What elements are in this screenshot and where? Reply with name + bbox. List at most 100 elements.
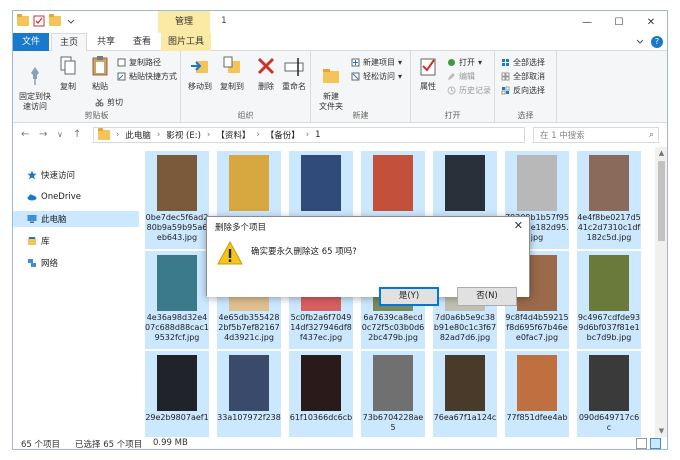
breadcrumb-separator: ›: [305, 130, 310, 140]
group-open: 属性 打开 ▾ 编辑 历史记录 打开: [411, 51, 495, 123]
star-icon: [27, 170, 37, 180]
paste-button[interactable]: 粘贴: [85, 55, 115, 92]
thumbnail-image: [373, 355, 413, 411]
search-icon[interactable]: ⌕: [649, 130, 654, 140]
delete-button[interactable]: 删除: [251, 55, 281, 92]
breadcrumb-folder-1[interactable]: 1: [315, 130, 320, 140]
thumbnail-image: [157, 155, 197, 211]
nav-onedrive[interactable]: OneDrive: [13, 189, 139, 205]
computer-icon: [27, 215, 37, 223]
breadcrumb-this-pc[interactable]: 此电脑: [125, 129, 151, 141]
copy-path-label: 复制路径: [129, 58, 161, 67]
chevron-down-icon[interactable]: [635, 37, 645, 47]
context-tab-manage[interactable]: 管理: [158, 11, 210, 33]
file-thumbnail[interactable]: 33a107972f238: [217, 351, 281, 437]
up-button[interactable]: ↑: [73, 129, 81, 140]
file-thumbnail[interactable]: 4e4f8be0217d541c2d7310c1df182c5d.jpg: [577, 151, 641, 249]
scroll-up-icon[interactable]: ▲: [655, 149, 667, 157]
copy-to-button[interactable]: 复制到: [217, 55, 247, 92]
dialog-close-button[interactable]: ✕: [514, 219, 523, 232]
file-thumbnail[interactable]: 76ea67f1a124c: [433, 351, 497, 437]
breadcrumb-drive[interactable]: 影视 (E:): [166, 129, 201, 141]
file-thumbnail[interactable]: 29e2b9807aef1: [145, 351, 209, 437]
details-view-icon[interactable]: [636, 438, 647, 449]
scrollbar-thumb[interactable]: [658, 161, 665, 241]
new-folder-label: 新建 文件夹: [319, 92, 343, 111]
search-input[interactable]: 在 1 中搜索 ⌕: [533, 127, 659, 143]
open-button[interactable]: 打开 ▾: [447, 57, 482, 68]
forward-button[interactable]: →: [39, 129, 47, 140]
folder-icon[interactable]: [17, 14, 29, 26]
thumbnail-image: [445, 155, 485, 211]
scroll-down-icon[interactable]: ▼: [655, 427, 667, 435]
file-thumbnail[interactable]: 77f851dfee4ab: [505, 351, 569, 437]
edit-button[interactable]: 编辑: [447, 71, 475, 82]
properties-label: 属性: [420, 82, 436, 91]
ribbon-tabs: 文件 主页 共享 查看 图片工具 ?: [13, 33, 667, 51]
close-button[interactable]: ✕: [635, 11, 667, 33]
history-button[interactable]: 历史记录: [447, 85, 491, 96]
tab-picture-tools[interactable]: 图片工具: [161, 33, 211, 51]
breadcrumb-folder-data[interactable]: 【资料】: [216, 129, 250, 141]
nav-network[interactable]: 网络: [13, 255, 139, 271]
tab-home[interactable]: 主页: [51, 33, 87, 51]
cut-button[interactable]: 剪切: [95, 97, 123, 108]
nav-onedrive-label: OneDrive: [41, 192, 81, 202]
file-name: 6a7639ca8ecd0c72f5c03b0d62bc479b.jpg: [361, 313, 425, 342]
dialog-message: 确实要永久删除这 65 项吗?: [251, 247, 357, 257]
pin-quick-access-button[interactable]: 固定到快 速访问: [17, 55, 53, 112]
easy-access-button[interactable]: 轻松访问 ▾: [351, 71, 402, 82]
select-none-button[interactable]: 全部取消: [501, 71, 545, 82]
tab-file[interactable]: 文件: [13, 33, 49, 51]
breadcrumb-folder-backup[interactable]: 【备份】: [266, 129, 300, 141]
file-thumbnail[interactable]: 9c4967cdfde939d6bf037f81e1bc7d9b.jpg: [577, 251, 641, 349]
dialog-footer: 是(Y) 否(N): [207, 277, 529, 306]
select-all-button[interactable]: 全部选择: [501, 57, 545, 68]
maximize-button[interactable]: ☐: [603, 11, 635, 33]
nav-quick-access[interactable]: 快速访问: [13, 167, 139, 183]
customize-qat-icon[interactable]: [65, 15, 77, 27]
help-icon[interactable]: ?: [651, 36, 663, 48]
new-folder-button[interactable]: 新建 文件夹: [315, 55, 347, 112]
new-item-button[interactable]: 新建项目 ▾: [351, 57, 402, 68]
move-to-button[interactable]: 移动到: [185, 55, 215, 92]
rename-icon: [284, 58, 304, 76]
file-thumbnail[interactable]: 0be7dec5f6ad280b9a59b95a6eb643.jpg: [145, 151, 209, 249]
group-clipboard: 固定到快 速访问 复制 粘贴 复制路径 粘贴快捷方式 剪切 剪贴板: [13, 51, 181, 123]
new-folder-icon[interactable]: [49, 14, 61, 26]
tab-view[interactable]: 查看: [125, 33, 159, 51]
tab-share[interactable]: 共享: [89, 33, 123, 51]
address-row: ← → ∨ ↑ › 此电脑 › 影视 (E:) › 【资料】 › 【备份】 › …: [13, 124, 667, 146]
thumbnail-image: [229, 155, 269, 211]
thumbnail-image: [301, 155, 341, 211]
thumbnail-image: [157, 255, 197, 311]
yes-button[interactable]: 是(Y): [379, 287, 439, 306]
properties-check-icon[interactable]: [33, 15, 45, 27]
paste-shortcut-button[interactable]: 粘贴快捷方式: [117, 71, 177, 82]
file-name: 7d0a6b5e9c38b91e80c1c3f6782ad7d6.jpg: [433, 313, 497, 342]
nav-this-pc[interactable]: 此电脑: [13, 211, 139, 227]
copy-button[interactable]: 复制: [53, 55, 83, 92]
file-thumbnail[interactable]: 090d649717c6c: [577, 351, 641, 437]
large-icons-view-icon[interactable]: [650, 438, 661, 449]
properties-button[interactable]: 属性: [413, 55, 443, 92]
file-name: 0be7dec5f6ad280b9a59b95a6eb643.jpg: [145, 213, 209, 242]
file-thumbnail[interactable]: 4e36a98d32e407c688d88cac19532fcf.jpg: [145, 251, 209, 349]
minimize-button[interactable]: —: [571, 11, 603, 33]
rename-button[interactable]: 重命名: [279, 55, 309, 92]
nav-libraries[interactable]: 库: [13, 233, 139, 249]
file-thumbnail[interactable]: 73b6704228ae5: [361, 351, 425, 437]
new-folder-icon: [323, 69, 339, 83]
back-button[interactable]: ←: [21, 129, 29, 140]
vertical-scrollbar[interactable]: ▲ ▼: [655, 147, 667, 437]
file-thumbnail[interactable]: 61f10366dc6cb: [289, 351, 353, 437]
breadcrumb-separator: ›: [256, 130, 260, 140]
address-bar[interactable]: › 此电脑 › 影视 (E:) › 【资料】 › 【备份】 › 1: [93, 127, 525, 143]
scissors-icon: [95, 98, 104, 107]
no-button[interactable]: 否(N): [457, 287, 517, 306]
group-clipboard-label: 剪贴板: [84, 111, 109, 120]
copy-path-button[interactable]: 复制路径: [117, 57, 161, 68]
group-organize: 移动到 复制到 删除 重命名 组织: [181, 51, 311, 123]
recent-locations-button[interactable]: ∨: [57, 130, 63, 139]
invert-selection-button[interactable]: 反向选择: [501, 85, 545, 96]
